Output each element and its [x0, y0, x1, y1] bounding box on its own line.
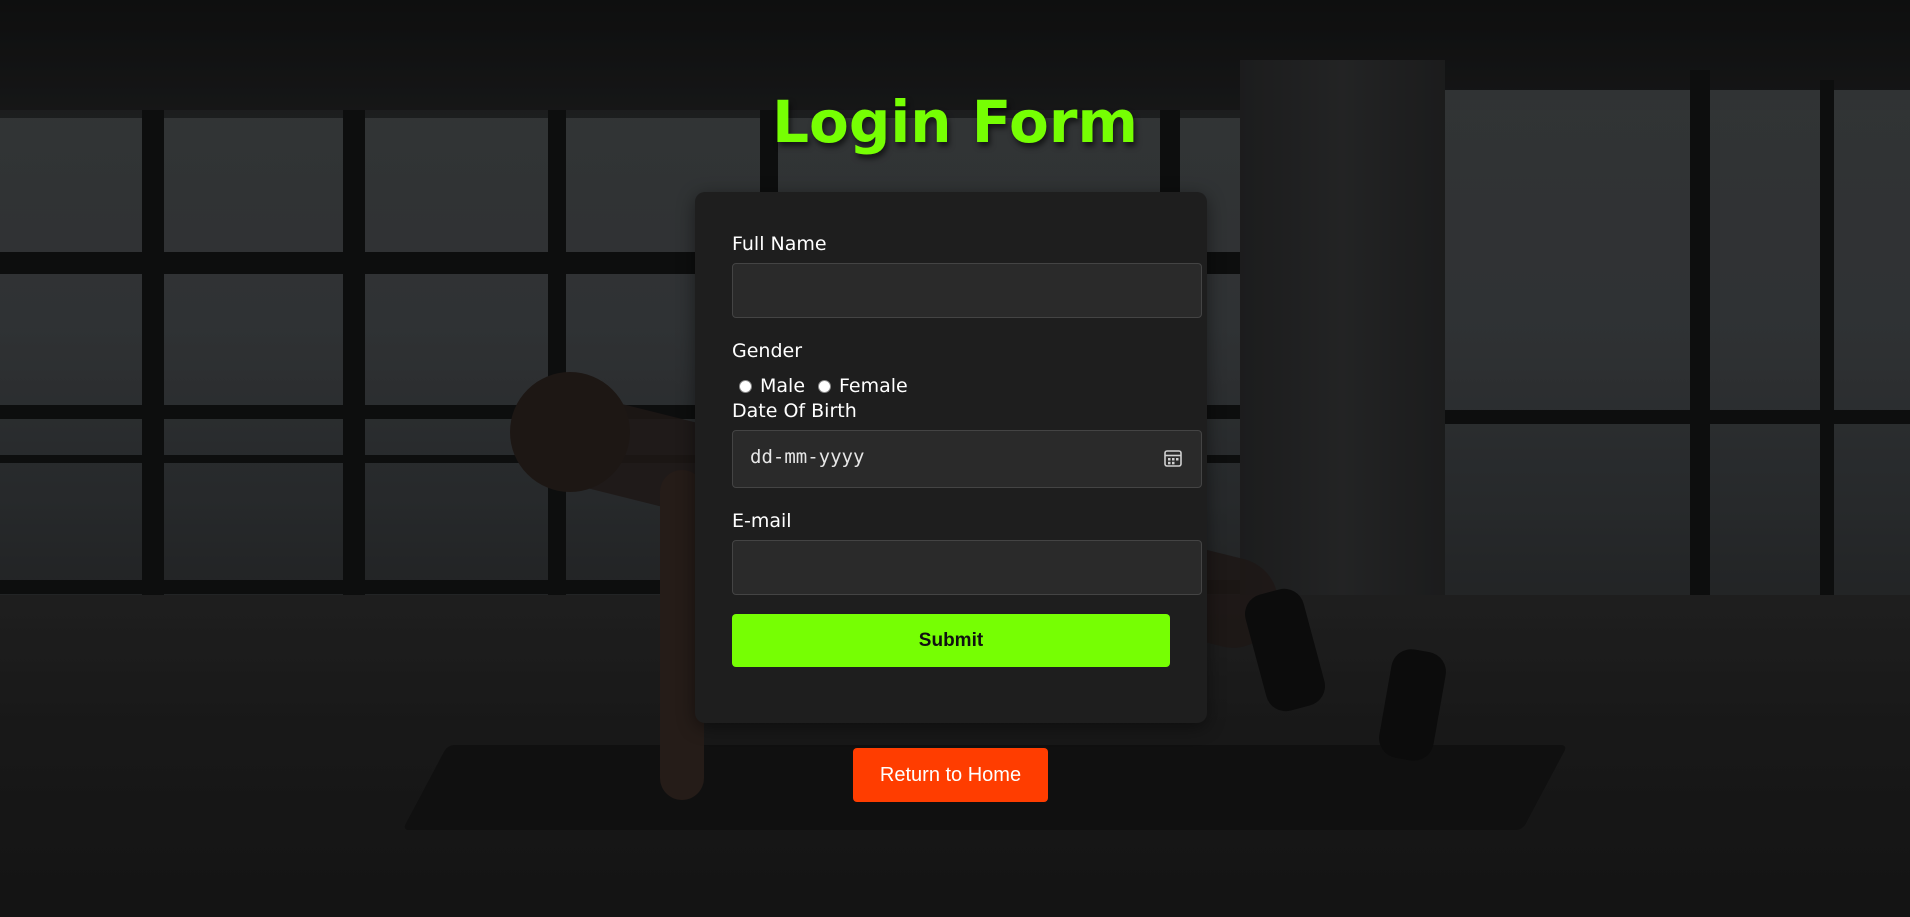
- full-name-label: Full Name: [732, 233, 827, 255]
- male-radio[interactable]: [739, 379, 752, 393]
- dob-label: Date Of Birth: [732, 400, 857, 422]
- male-radio-label: Male: [760, 375, 806, 397]
- gender-radio-group: Male Female: [732, 373, 914, 399]
- email-input[interactable]: [732, 540, 1202, 595]
- calendar-icon[interactable]: [1163, 448, 1183, 468]
- login-form-card: Full Name Gender Male Female Date Of Bir…: [695, 192, 1207, 723]
- page-title: Login Form: [772, 88, 1138, 156]
- email-label: E-mail: [732, 510, 792, 532]
- gender-label: Gender: [732, 340, 803, 362]
- dob-placeholder: dd-mm-yyyy: [750, 446, 865, 468]
- full-name-input[interactable]: [732, 263, 1202, 318]
- dob-input[interactable]: dd-mm-yyyy: [732, 430, 1202, 488]
- female-radio-label: Female: [839, 375, 908, 397]
- female-radio[interactable]: [818, 379, 832, 393]
- return-to-home-button[interactable]: Return to Home: [853, 748, 1048, 802]
- submit-button[interactable]: Submit: [732, 614, 1170, 667]
